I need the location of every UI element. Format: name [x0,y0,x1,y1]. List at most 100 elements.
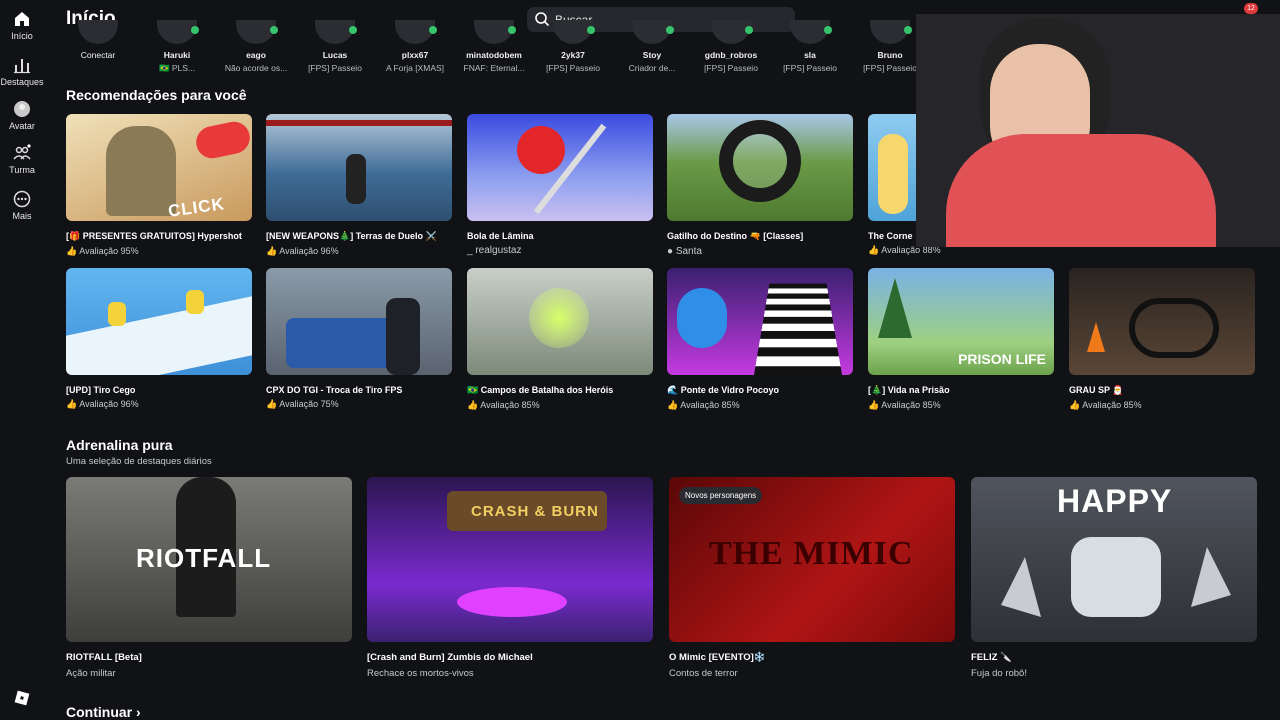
avatar [553,20,595,44]
friend-item[interactable]: Haruki 🇧🇷 PLS... [139,20,215,74]
game-creator: ● Santa [667,246,702,257]
webcam-overlay [916,14,1280,247]
game-card[interactable]: Bola de Lâmina _ realgustaz [467,114,653,256]
game-card[interactable]: [UPD] Tiro Cego 👍 Avaliação 96% [66,268,252,410]
sidebar-item-home[interactable]: Início [0,10,44,41]
game-thumbnail [266,114,452,221]
game-card[interactable]: CLICK [🎁 PRESENTES GRATUITOS] Hypershot … [66,114,252,257]
featured-game-card[interactable]: HAPPY FELIZ 🔪 Fuja do robô! [971,477,1257,679]
game-thumbnail [1069,268,1255,375]
friend-item[interactable]: gdnb_robros [FPS] Passeio [693,20,769,73]
knife-right [1191,547,1231,607]
glow-ring [457,587,567,617]
game-card[interactable]: PRISON LIFE [🎄] Vida na Prisão 👍 Avaliaç… [868,268,1054,411]
thumbnail-text: THE MIMIC [709,535,914,572]
roblox-logo-icon[interactable] [14,690,30,706]
creator-avatar-icon: ● [667,246,674,257]
vehicle [286,318,396,368]
avatar [78,20,118,44]
avatar [632,20,674,44]
robot-figure [1071,537,1161,617]
game-card[interactable]: Gatilho do Destino 🔫 [Classes] ● Santa [667,114,853,257]
character-figure [106,126,176,216]
sidebar-item-avatar[interactable]: Avatar [0,100,44,131]
continue-link[interactable]: Continuar › [66,704,141,720]
online-dot-icon [191,26,199,34]
game-creator: _ realgustaz [467,245,522,256]
sidebar: Início Destaques Avatar Turma Mais [0,0,44,720]
featured-game-card[interactable]: CRASH & BURN [Crash and Burn] Zumbis do … [367,477,653,679]
game-thumbnail: Novos personagens THE MIMIC [669,477,955,642]
friend-item[interactable]: minatodobem FNAF: Eternal... [456,20,532,73]
traffic-cone [1087,322,1105,352]
featured-game-card[interactable]: RIOTFALL RIOTFALL [Beta] Ação militar [66,477,352,679]
ball [517,126,565,174]
sidebar-item-label: Avatar [9,121,35,131]
chart-icon [14,59,30,74]
character-figure [108,302,126,326]
online-dot-icon [349,26,357,34]
thumbs-up-icon: 👍 [66,246,78,256]
avatar [790,20,832,44]
energy-burst [529,288,589,348]
scope [719,120,801,202]
game-title: [Crash and Burn] Zumbis do Michael [367,652,533,663]
game-rating: 👍 Avaliação 85% [667,400,740,410]
online-dot-icon [904,26,912,34]
sidebar-item-group[interactable]: Turma [0,144,44,175]
sidebar-item-more[interactable]: Mais [0,190,44,221]
glass-bridge [752,283,844,375]
game-rating: 👍 Avaliação 75% [266,399,339,409]
game-thumbnail [667,114,853,221]
thumbs-up-icon: 👍 [868,400,880,410]
online-dot-icon [429,26,437,34]
section-title-recommendations: Recomendações para você [66,87,247,103]
game-card[interactable]: CPX DO TGI - Troca de Tiro FPS 👍 Avaliaç… [266,268,452,410]
game-thumbnail [266,268,452,375]
game-title: FELIZ 🔪 [971,652,1012,663]
home-icon [15,12,29,26]
game-title: 🇧🇷 Campos de Batalha dos Heróis [467,385,614,395]
friend-item[interactable]: Stoy Criador de... [614,20,690,73]
thumbs-up-icon: 👍 [1069,400,1081,410]
sidebar-item-label: Início [11,31,33,41]
game-card[interactable]: [NEW WEAPONS🎄] Terras de Duelo ⚔️ 👍 Aval… [266,114,452,257]
game-genre: Fuja do robô! [971,668,1027,679]
notification-badge[interactable]: 12 [1244,3,1258,14]
online-dot-icon [824,26,832,34]
game-rating: 👍 Avaliação 85% [1069,400,1142,410]
game-card[interactable]: 🇧🇷 Campos de Batalha dos Heróis 👍 Avalia… [467,268,653,411]
friend-item[interactable]: Lucas [FPS] Passeio [297,20,373,73]
thumbs-up-icon: 👍 [266,246,278,256]
game-title: [🎄] Vida na Prisão [868,385,950,395]
thumbnail-text: PRISON LIFE [958,351,1046,367]
game-thumbnail: RIOTFALL [66,477,352,642]
sidebar-item-highlights[interactable]: Destaques [0,56,44,87]
motorcycle [1129,298,1219,358]
distance-badge [193,118,252,162]
character-figure [878,134,908,214]
game-title: Bola de Lâmina [467,231,534,241]
friend-item[interactable]: eago Não acorde os... [218,20,294,73]
game-card[interactable]: 🌊 Ponte de Vidro Pocoyo 👍 Avaliação 85% [667,268,853,411]
game-card[interactable]: GRAU SP 🎅 👍 Avaliação 85% [1069,268,1255,411]
friend-connect[interactable]: Conectar [60,20,136,63]
game-title: [🎁 PRESENTES GRATUITOS] Hypershot [66,231,242,241]
character-figure [186,290,204,314]
character-figure [346,154,366,204]
friend-item[interactable]: plxx67 A Forja [XMAS] [377,20,453,73]
tree [878,278,912,338]
friends-row: Conectar Haruki 🇧🇷 PLS... eago Não acorde … [66,20,926,80]
friend-item[interactable]: sla [FPS] Passeio [772,20,848,73]
game-thumbnail [66,268,252,375]
thumbs-up-icon: 👍 [868,245,880,255]
character-figure [386,298,420,375]
avatar [474,20,516,44]
game-title: Gatilho do Destino 🔫 [Classes] [667,231,804,241]
people-icon [13,144,31,160]
knife-left [1001,557,1041,617]
game-genre: Contos de terror [669,668,738,679]
friend-item[interactable]: 2yk37 [FPS] Passeio [535,20,611,73]
featured-game-card[interactable]: Novos personagens THE MIMIC O Mimic [EVE… [669,477,955,679]
game-rating: 👍 Avaliação 96% [266,246,339,256]
